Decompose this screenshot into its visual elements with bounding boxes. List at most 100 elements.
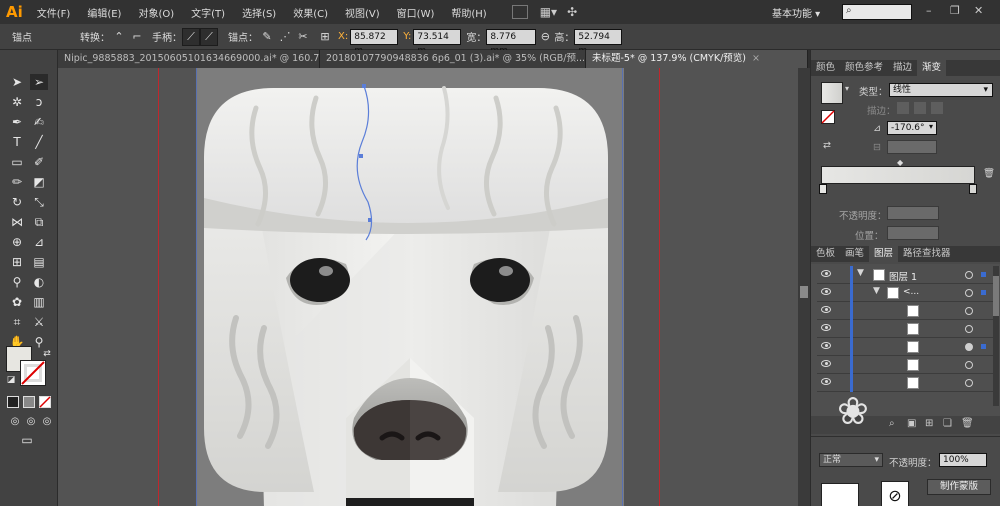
layer-row-main[interactable]: ▼ 图层 1: [817, 266, 995, 284]
stroke-swatch[interactable]: [20, 360, 46, 386]
layers-scrollbar[interactable]: [993, 266, 999, 406]
layer-row-group[interactable]: ▼ <...: [817, 284, 995, 302]
gradient-small-swatch[interactable]: [821, 110, 835, 124]
menu-file[interactable]: 文件(F): [37, 5, 71, 20]
menu-edit[interactable]: 编辑(E): [87, 5, 121, 20]
width-tool-icon[interactable]: ⋈: [8, 214, 26, 230]
tab-close-icon[interactable]: ×: [752, 53, 760, 64]
eyedropper-icon[interactable]: ⚲: [8, 274, 26, 290]
group-name[interactable]: <...: [903, 287, 919, 297]
bridge-button[interactable]: [511, 5, 528, 19]
height-field[interactable]: 52.794 m: [574, 28, 623, 56]
free-transform-icon[interactable]: ⧉: [30, 214, 48, 230]
expand-triangle-icon[interactable]: ▼: [873, 286, 880, 296]
menu-window[interactable]: 窗口(W): [397, 5, 435, 20]
tab-color-guide[interactable]: 颜色参考: [840, 60, 888, 76]
graph-tool-icon[interactable]: ▥: [30, 294, 48, 310]
clipping-mask-icon[interactable]: ▣: [907, 418, 916, 429]
item-target-icon[interactable]: [965, 343, 973, 351]
arrange-documents-icon[interactable]: ▦▾: [540, 5, 557, 19]
minimize-button[interactable]: –: [926, 4, 932, 17]
default-colors-icon[interactable]: ◪: [2, 372, 20, 388]
item-target-icon[interactable]: [965, 379, 973, 387]
perspective-grid-icon[interactable]: ⊿: [30, 234, 48, 250]
new-layer-icon[interactable]: ❏: [943, 418, 952, 429]
visibility-eye-icon[interactable]: [821, 270, 831, 277]
workspace-switcher[interactable]: 基本功能 ▾: [772, 5, 820, 20]
visibility-eye-icon[interactable]: [821, 360, 831, 367]
group-target-icon[interactable]: [965, 289, 973, 297]
layer-row-item[interactable]: [817, 320, 995, 338]
paintbrush-icon[interactable]: ✐: [30, 154, 48, 170]
poodle-artwork[interactable]: [196, 68, 624, 506]
new-sublayer-icon[interactable]: ⊞: [925, 418, 933, 429]
magic-wand-icon[interactable]: ✲: [8, 94, 26, 110]
convert-smooth-icon[interactable]: ⌐: [128, 28, 146, 46]
scrollbar-thumb[interactable]: [800, 286, 808, 298]
line-tool-icon[interactable]: ╱: [30, 134, 48, 150]
menu-help[interactable]: 帮助(H): [451, 5, 486, 20]
item-target-icon[interactable]: [965, 325, 973, 333]
draw-inside-icon[interactable]: ◎: [38, 414, 56, 430]
cut-path-icon[interactable]: ✂: [294, 28, 312, 46]
stroke-across-icon[interactable]: [931, 102, 944, 114]
gradient-dropdown-icon[interactable]: ▾: [845, 84, 849, 93]
hide-handles-icon[interactable]: ⟋: [200, 27, 218, 46]
symbol-sprayer-icon[interactable]: ✿: [8, 294, 26, 310]
delete-layer-icon[interactable]: 🗑: [961, 418, 974, 429]
visibility-eye-icon[interactable]: [821, 342, 831, 349]
tab-layers[interactable]: 图层: [869, 246, 899, 262]
gradient-stop-left[interactable]: [819, 184, 827, 194]
eraser-icon[interactable]: ◩: [30, 174, 48, 190]
swap-fill-stroke-icon[interactable]: ⇄: [38, 346, 56, 362]
color-mode-icon[interactable]: [7, 396, 19, 408]
gradient-position-field[interactable]: [887, 226, 939, 240]
y-field[interactable]: 73.514 m: [413, 28, 462, 56]
layer-row-item-selected[interactable]: [817, 338, 995, 356]
screen-mode-icon[interactable]: ▭: [18, 432, 36, 448]
gpu-performance-icon[interactable]: ✣: [567, 5, 577, 19]
locate-object-icon[interactable]: ⌕: [889, 418, 895, 429]
delete-stop-icon[interactable]: 🗑: [983, 168, 995, 179]
remove-anchor-icon[interactable]: ✎: [258, 28, 276, 46]
stroke-within-icon[interactable]: [897, 102, 909, 114]
link-proportions-icon[interactable]: ⊖: [536, 28, 554, 46]
blend-tool-icon[interactable]: ◐: [30, 274, 48, 290]
layer-name[interactable]: 图层 1: [889, 269, 917, 283]
aspect-ratio-field[interactable]: [887, 140, 937, 154]
menu-type[interactable]: 文字(T): [191, 5, 225, 20]
menu-effect[interactable]: 效果(C): [293, 5, 328, 20]
menu-object[interactable]: 对象(O): [138, 5, 174, 20]
tab-gradient[interactable]: 渐变: [917, 60, 947, 76]
vertical-scrollbar[interactable]: [798, 68, 810, 506]
help-search-input[interactable]: ⌕: [842, 4, 912, 20]
artboard-tool-icon[interactable]: ⌗: [8, 314, 26, 330]
tab-swatches[interactable]: 色板: [811, 246, 840, 262]
angle-dropdown-icon[interactable]: ▾: [929, 122, 933, 131]
stroke-along-icon[interactable]: [914, 102, 927, 114]
visibility-eye-icon[interactable]: [821, 288, 831, 295]
gradient-preview-swatch[interactable]: [821, 82, 843, 104]
none-mode-icon[interactable]: [39, 396, 51, 408]
layer-row-item[interactable]: [817, 302, 995, 320]
selection-tool-icon[interactable]: ➤: [8, 74, 26, 90]
menu-select[interactable]: 选择(S): [242, 5, 276, 20]
tab-brushes[interactable]: 画笔: [840, 246, 869, 262]
gradient-type-select[interactable]: 线性 ▾: [889, 83, 993, 97]
pen-tool-icon[interactable]: ✒: [8, 114, 26, 130]
rectangle-tool-icon[interactable]: ▭: [8, 154, 26, 170]
restore-button[interactable]: ❐: [950, 4, 960, 17]
canvas-area[interactable]: [58, 68, 798, 506]
tab-pathfinder[interactable]: 路径查找器: [898, 246, 956, 262]
show-handles-icon[interactable]: ⟋: [182, 27, 200, 46]
type-tool-icon[interactable]: T: [8, 134, 26, 150]
tab-stroke[interactable]: 描边: [888, 60, 917, 76]
visibility-eye-icon[interactable]: [821, 324, 831, 331]
convert-corner-icon[interactable]: ⌃: [110, 28, 128, 46]
x-field[interactable]: 85.872 m: [350, 28, 399, 56]
gradient-opacity-field[interactable]: [887, 206, 939, 220]
menu-view[interactable]: 视图(V): [345, 5, 380, 20]
tab-document-2[interactable]: 20180107790948836 6p6_01 (3).ai* @ 35% (…: [320, 50, 586, 68]
direct-selection-tool-icon[interactable]: ➢: [30, 74, 48, 90]
rotate-tool-icon[interactable]: ↻: [8, 194, 26, 210]
